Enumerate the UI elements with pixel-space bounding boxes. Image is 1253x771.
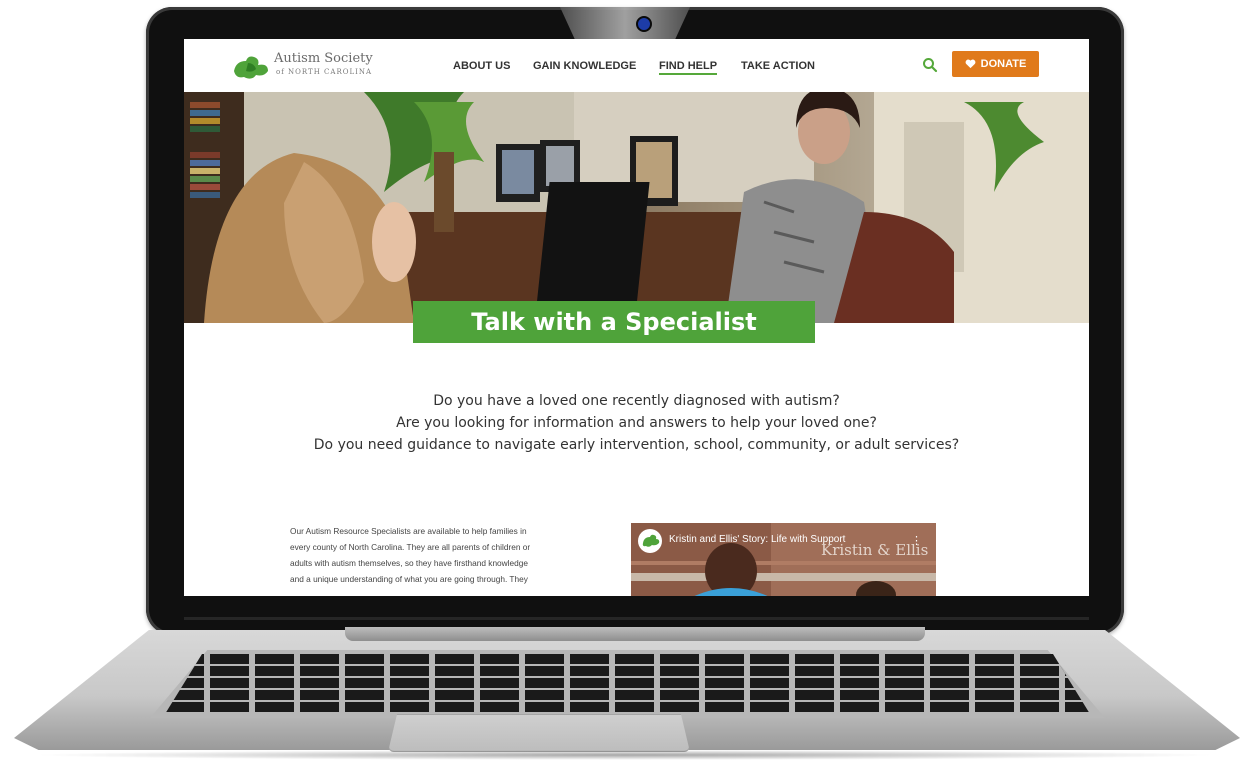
- heart-icon: [965, 59, 976, 69]
- bottom-bezel-line: [184, 617, 1089, 620]
- nav-item-take-action[interactable]: TAKE ACTION: [741, 60, 815, 72]
- nav-item-find-help[interactable]: FIND HELP: [659, 60, 718, 75]
- base-shadow: [30, 750, 1220, 760]
- hero-photo: [184, 92, 1089, 323]
- intro-line-1: Do you have a loved one recently diagnos…: [433, 393, 840, 409]
- body-line-4: and a unique understanding of what you a…: [290, 574, 528, 584]
- nav-item-about-us[interactable]: ABOUT US: [453, 60, 510, 72]
- search-icon[interactable]: [922, 57, 938, 73]
- video-embed[interactable]: Kristin & Ellis Kristin and Ellis' Story…: [631, 523, 936, 596]
- site-header: Autism Society of NORTH CAROLINA ABOUT U…: [184, 39, 1089, 92]
- video-more-icon[interactable]: ⋮: [911, 534, 922, 547]
- laptop-hinge: [345, 627, 925, 641]
- intro-line-2: Are you looking for information and answ…: [396, 415, 877, 431]
- body-line-1: Our Autism Resource Specialists are avai…: [290, 526, 527, 536]
- keyboard-keys: [165, 654, 1090, 714]
- camera: [636, 16, 652, 32]
- body-paragraph: Our Autism Resource Specialists are avai…: [290, 523, 590, 587]
- channel-avatar-icon: [638, 529, 662, 553]
- donate-label: DONATE: [980, 58, 1027, 70]
- video-title[interactable]: Kristin and Ellis' Story: Life with Supp…: [669, 534, 845, 545]
- intro-questions: Do you have a loved one recently diagnos…: [304, 390, 969, 456]
- body-line-3: adults with autism themselves, so they h…: [290, 558, 528, 568]
- hero-illustration: [184, 92, 1089, 323]
- nav-item-gain-knowledge[interactable]: GAIN KNOWLEDGE: [533, 60, 636, 72]
- trackpad: [388, 714, 690, 752]
- hero-banner-title: Talk with a Specialist: [413, 301, 815, 343]
- body-line-2: every county of North Carolina. They are…: [290, 542, 531, 552]
- donate-button[interactable]: DONATE: [952, 51, 1039, 77]
- browser-screen: Autism Society of NORTH CAROLINA ABOUT U…: [184, 39, 1089, 596]
- lid-glare: [560, 7, 690, 41]
- intro-line-3: Do you need guidance to navigate early i…: [313, 437, 960, 453]
